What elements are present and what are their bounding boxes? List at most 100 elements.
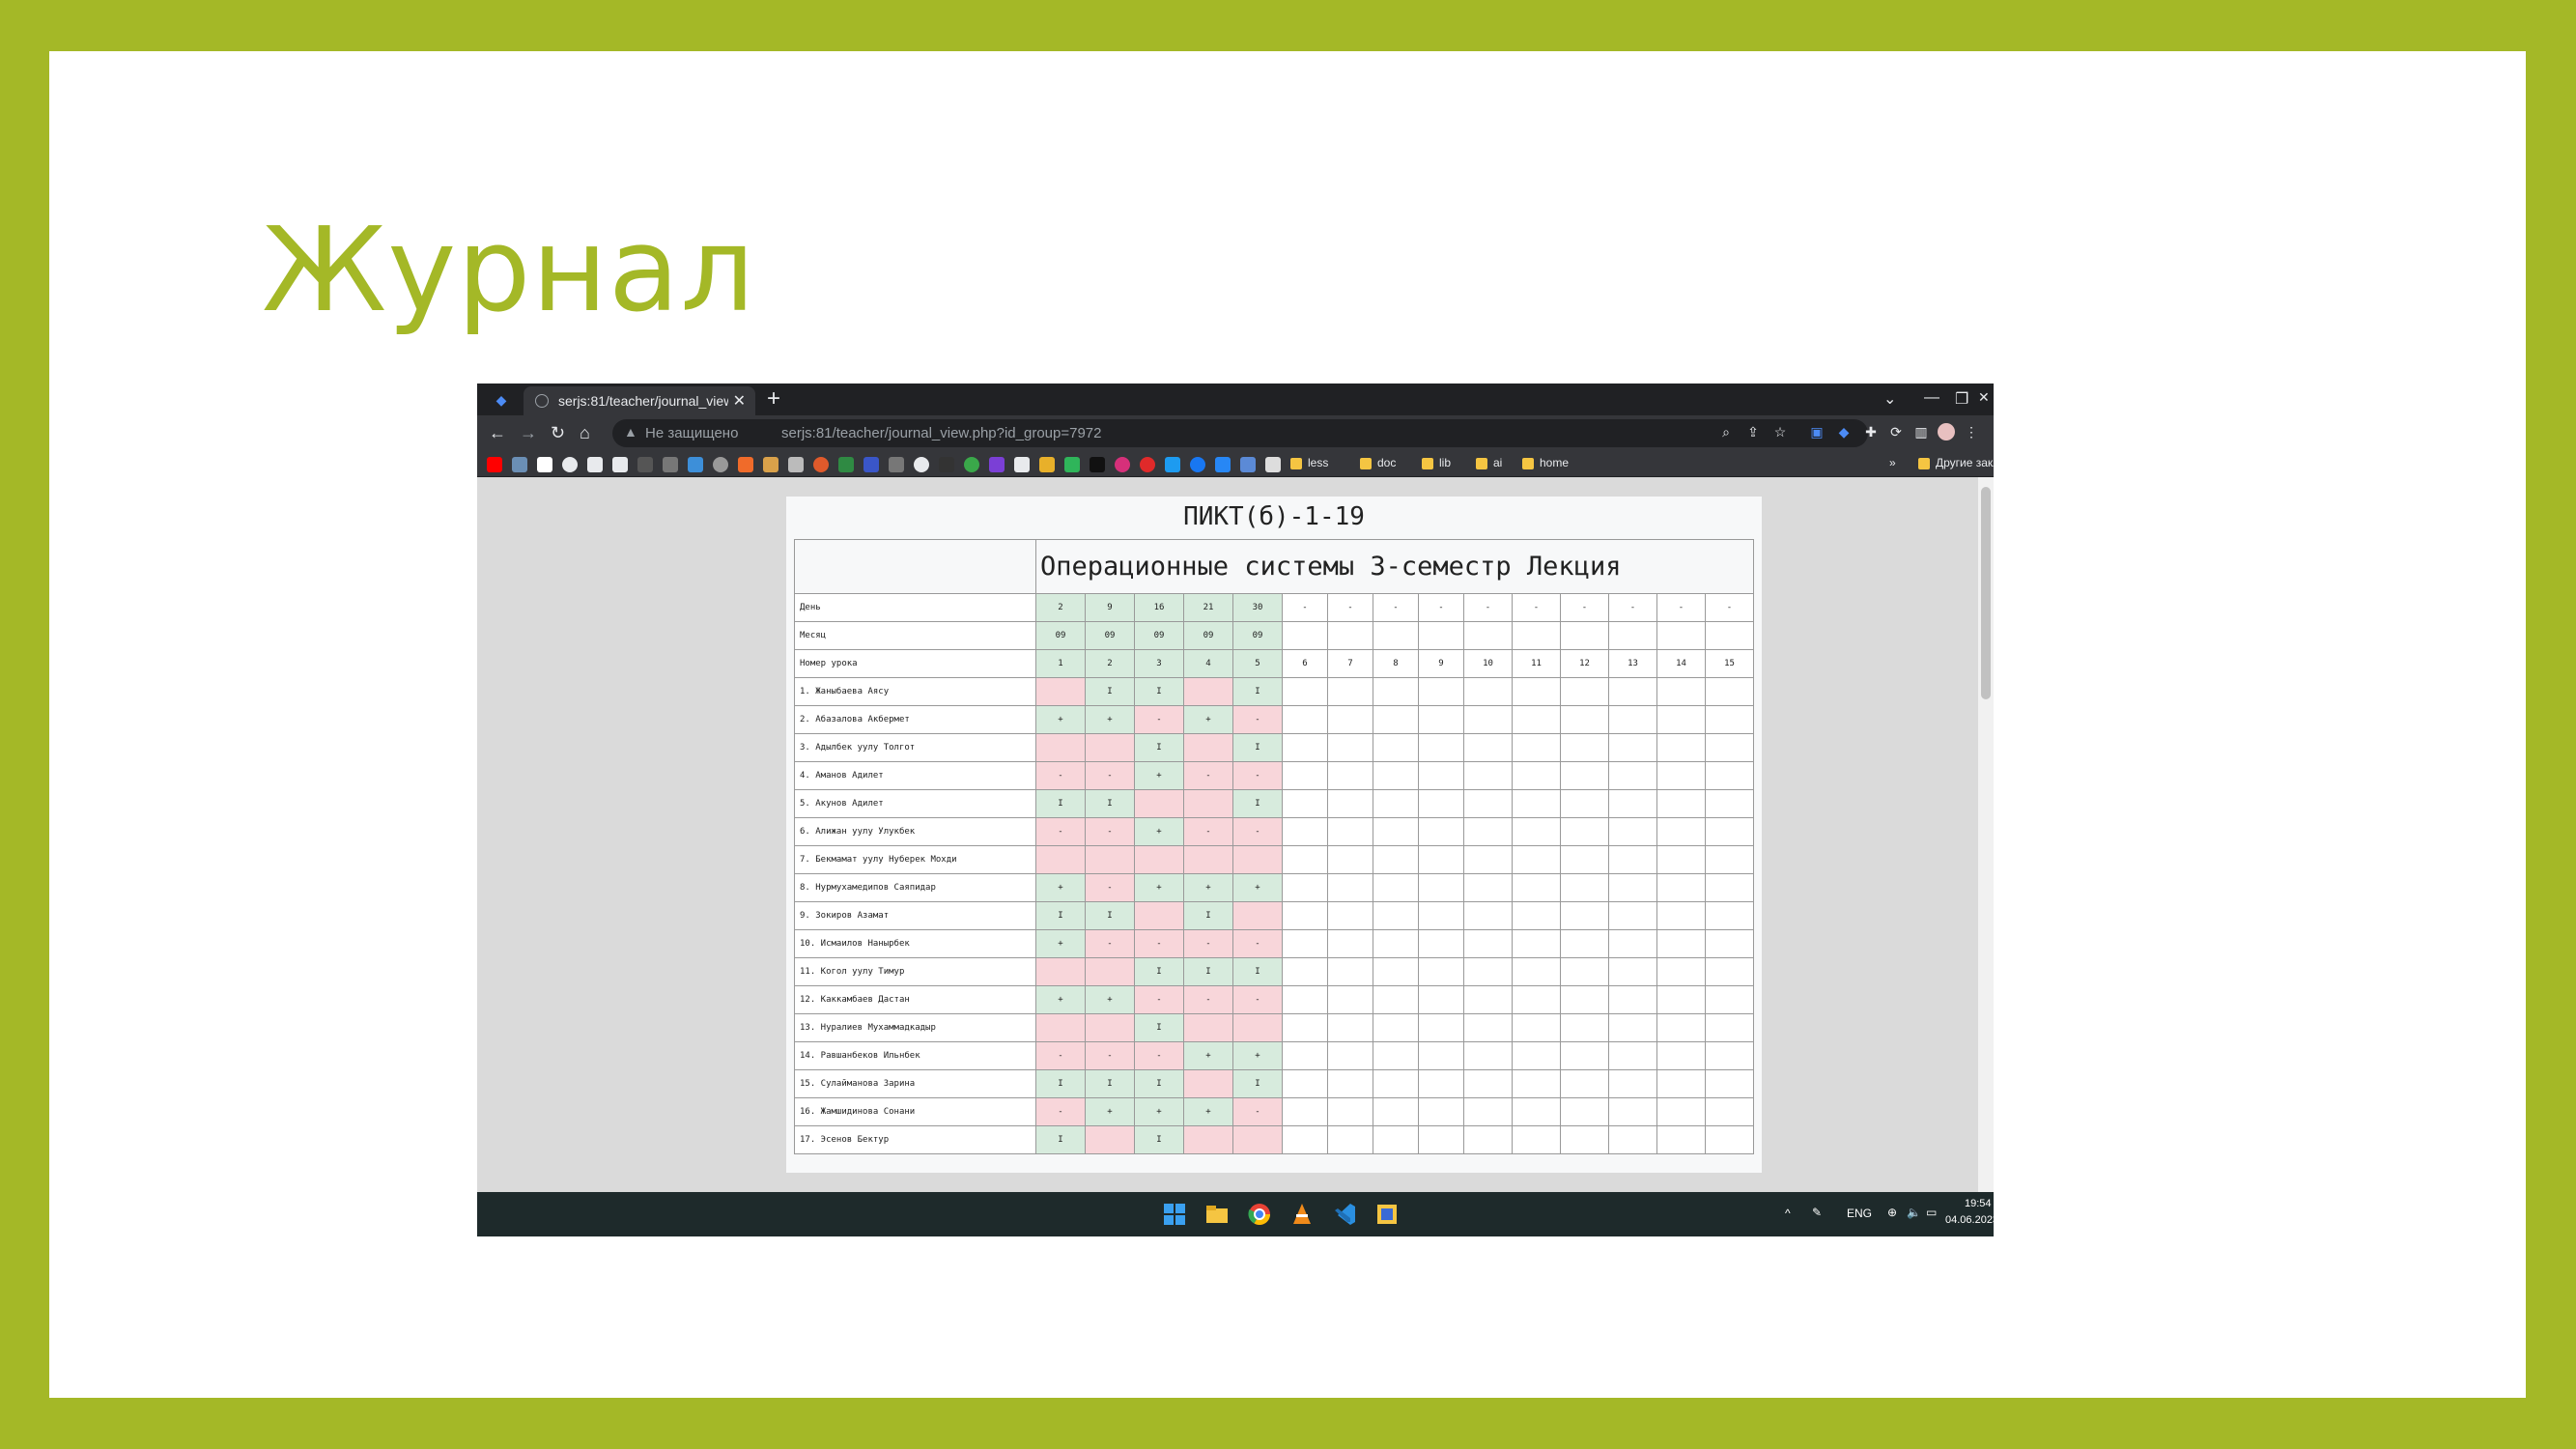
journal-cell[interactable] (1282, 1013, 1328, 1042)
journal-cell[interactable]: + (1134, 817, 1184, 846)
journal-cell[interactable] (1463, 789, 1513, 818)
journal-cell[interactable] (1418, 1125, 1464, 1154)
journal-cell[interactable] (1418, 1097, 1464, 1126)
journal-cell[interactable]: - (1085, 817, 1135, 846)
tiktok-icon[interactable] (1090, 457, 1105, 472)
journal-cell[interactable]: - (1232, 1097, 1283, 1126)
journal-cell[interactable] (1327, 1097, 1373, 1126)
journal-cell[interactable]: + (1183, 1097, 1233, 1126)
journal-cell[interactable] (1560, 761, 1609, 790)
language-indicator[interactable]: ENG (1847, 1207, 1872, 1220)
journal-cell[interactable] (1656, 705, 1706, 734)
journal-cell[interactable] (1183, 1013, 1233, 1042)
journal-cell[interactable] (1608, 789, 1657, 818)
journal-cell[interactable] (1560, 817, 1609, 846)
volume-icon[interactable]: 🔈 (1907, 1206, 1921, 1219)
journal-cell[interactable] (1035, 845, 1086, 874)
journal-cell[interactable] (1608, 733, 1657, 762)
journal-cell[interactable]: I (1232, 789, 1283, 818)
journal-cell[interactable] (1560, 985, 1609, 1014)
journal-cell[interactable]: - (1183, 985, 1233, 1014)
journal-cell[interactable] (1232, 901, 1283, 930)
journal-cell[interactable] (1705, 1125, 1754, 1154)
journal-cell[interactable]: + (1183, 1041, 1233, 1070)
journal-cell[interactable] (1373, 901, 1419, 930)
vlc-icon[interactable] (1288, 1201, 1316, 1228)
dev-icon[interactable] (637, 457, 653, 472)
journal-cell[interactable] (1282, 985, 1328, 1014)
journal-cell[interactable] (1512, 985, 1561, 1014)
journal-cell[interactable]: + (1085, 985, 1135, 1014)
journal-cell[interactable] (1327, 761, 1373, 790)
journal-cell[interactable] (1705, 705, 1754, 734)
journal-cell[interactable]: 2 (1035, 593, 1086, 622)
other-bookmarks[interactable]: Другие закладки (1918, 456, 1994, 469)
journal-cell[interactable] (1373, 873, 1419, 902)
journal-cell[interactable] (1327, 733, 1373, 762)
bookmark-folder-lib[interactable]: lib (1422, 456, 1451, 469)
journal-cell[interactable] (1656, 621, 1706, 650)
journal-cell[interactable]: + (1035, 985, 1086, 1014)
translate-icon[interactable]: ▣ (1808, 423, 1826, 440)
app-icon[interactable] (1373, 1201, 1401, 1228)
journal-cell[interactable] (1463, 1097, 1513, 1126)
journal-cell[interactable]: + (1134, 873, 1184, 902)
tab-search-icon[interactable]: ⌄ (1883, 389, 1896, 409)
journal-cell[interactable] (1512, 733, 1561, 762)
journal-cell[interactable]: + (1134, 1097, 1184, 1126)
bookmark-icon[interactable] (1240, 457, 1256, 472)
bookmark-icon[interactable] (914, 457, 929, 472)
journal-cell[interactable] (1327, 705, 1373, 734)
journal-cell[interactable]: - (1512, 593, 1561, 622)
bookmarks-overflow-icon[interactable]: » (1889, 456, 1896, 469)
journal-cell[interactable]: - (1560, 593, 1609, 622)
journal-cell[interactable] (1463, 677, 1513, 706)
new-tab-button[interactable]: + (767, 385, 780, 412)
journal-cell[interactable]: - (1085, 1041, 1135, 1070)
journal-cell[interactable] (1608, 873, 1657, 902)
bookmark-icon[interactable] (989, 457, 1005, 472)
journal-cell[interactable]: 9 (1418, 649, 1464, 678)
journal-cell[interactable] (1327, 621, 1373, 650)
journal-cell[interactable]: + (1134, 761, 1184, 790)
journal-cell[interactable] (1608, 621, 1657, 650)
journal-cell[interactable] (1512, 789, 1561, 818)
journal-cell[interactable] (1232, 845, 1283, 874)
journal-cell[interactable] (1085, 733, 1135, 762)
journal-cell[interactable] (1512, 1069, 1561, 1098)
journal-cell[interactable] (1373, 761, 1419, 790)
journal-cell[interactable]: I (1134, 1125, 1184, 1154)
journal-cell[interactable] (1656, 929, 1706, 958)
bookmark-icon[interactable] (964, 457, 979, 472)
bookmark-icon[interactable] (713, 457, 728, 472)
journal-cell[interactable]: - (1183, 817, 1233, 846)
journal-cell[interactable] (1035, 1013, 1086, 1042)
journal-cell[interactable] (1134, 901, 1184, 930)
journal-cell[interactable] (1463, 985, 1513, 1014)
journal-cell[interactable]: I (1232, 733, 1283, 762)
journal-cell[interactable]: - (1035, 761, 1086, 790)
journal-cell[interactable] (1705, 985, 1754, 1014)
journal-cell[interactable] (1608, 985, 1657, 1014)
journal-cell[interactable]: + (1232, 1041, 1283, 1070)
journal-cell[interactable] (1512, 873, 1561, 902)
journal-cell[interactable]: 14 (1656, 649, 1706, 678)
journal-cell[interactable] (1656, 733, 1706, 762)
journal-cell[interactable] (1705, 817, 1754, 846)
scrollbar-thumb[interactable] (1981, 487, 1991, 699)
journal-cell[interactable] (1608, 677, 1657, 706)
journal-cell[interactable]: I (1035, 1125, 1086, 1154)
bookmark-icon[interactable] (663, 457, 678, 472)
journal-cell[interactable] (1705, 761, 1754, 790)
gem-icon[interactable]: ◆ (493, 391, 510, 409)
journal-cell[interactable]: I (1183, 957, 1233, 986)
journal-cell[interactable] (1373, 1097, 1419, 1126)
journal-cell[interactable] (1608, 1125, 1657, 1154)
bookmark-folder-less[interactable]: less (1290, 456, 1328, 469)
journal-cell[interactable] (1512, 957, 1561, 986)
journal-cell[interactable] (1705, 1013, 1754, 1042)
journal-cell[interactable]: - (1134, 705, 1184, 734)
bookmark-icon[interactable] (512, 457, 527, 472)
journal-cell[interactable] (1463, 761, 1513, 790)
medium-icon[interactable] (587, 457, 603, 472)
